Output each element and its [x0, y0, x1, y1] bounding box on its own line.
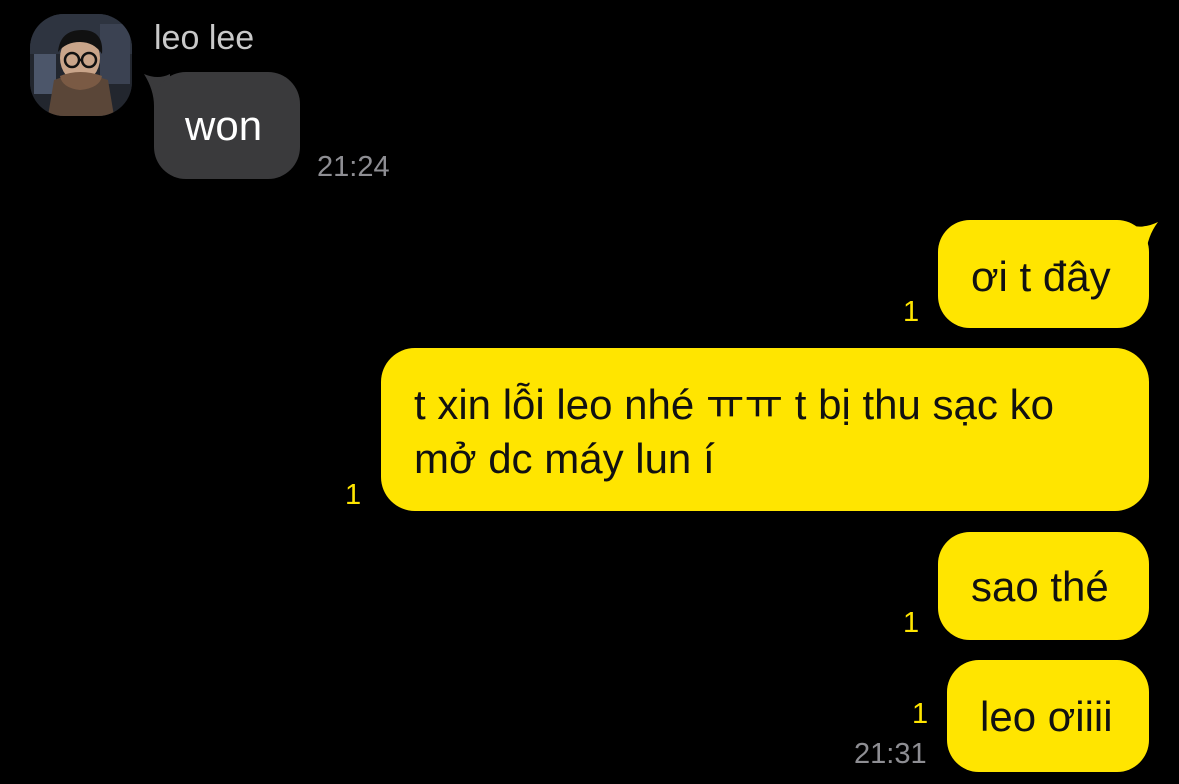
contact-avatar[interactable]: [30, 14, 132, 116]
unread-count-badge: 1: [345, 479, 362, 511]
message-text: won: [185, 102, 263, 149]
message-bubble-outgoing[interactable]: sao thé: [938, 532, 1149, 640]
unread-count-badge: 1: [912, 698, 929, 730]
message-bubble-incoming[interactable]: won: [154, 72, 300, 179]
message-bubble-outgoing[interactable]: t xin lỗi leo nhé ㅠㅠ t bị thu sạc ko mở …: [381, 348, 1149, 511]
message-timestamp: 21:31: [854, 738, 927, 770]
message-text: sao thé: [971, 563, 1109, 610]
message-text: ơi t đây: [971, 253, 1111, 300]
message-bubble-outgoing[interactable]: leo ơiiii: [947, 660, 1149, 772]
message-timestamp: 21:24: [317, 151, 390, 183]
message-text: leo ơiiii: [980, 693, 1113, 740]
message-text: t xin lỗi leo nhé ㅠㅠ t bị thu sạc ko mở …: [414, 381, 1054, 482]
unread-count-badge: 1: [903, 607, 920, 639]
message-bubble-outgoing[interactable]: ơi t đây: [938, 220, 1149, 328]
avatar-photo-icon: [30, 14, 132, 116]
unread-count-badge: 1: [903, 296, 920, 328]
contact-name: leo lee: [154, 19, 255, 57]
